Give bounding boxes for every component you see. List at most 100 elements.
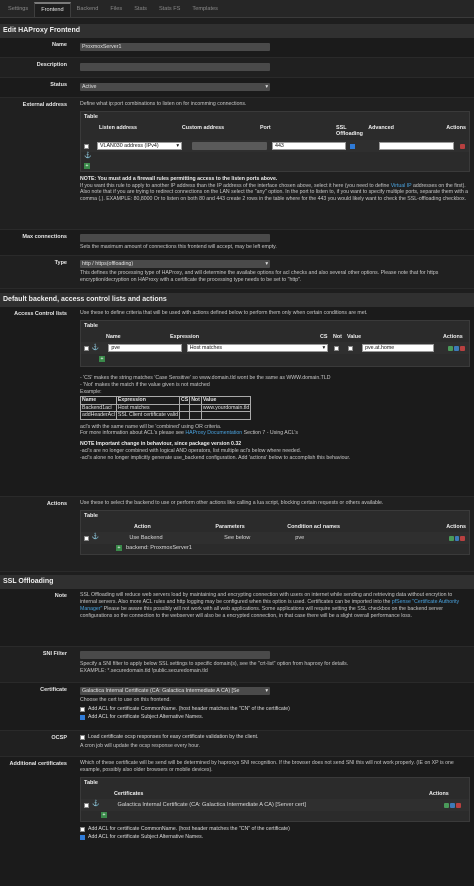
move-anchor-icon[interactable]: ⚓ <box>84 153 91 159</box>
custom-address-input[interactable] <box>192 142 267 151</box>
external-address-label: External address <box>22 102 67 108</box>
certificate-select[interactable]: Galactica Internal Certificate (CA: Gala… <box>80 687 270 695</box>
addcert-san-acl-checkbox[interactable] <box>80 835 85 841</box>
certificate-label: Certificate <box>40 687 67 693</box>
sni-filter-input[interactable] <box>80 651 270 659</box>
acl-help-not: - 'Not' makes the match if the value giv… <box>80 382 210 389</box>
cs-checkbox[interactable] <box>334 345 340 351</box>
add-row-icon[interactable]: + <box>116 545 122 552</box>
acl-help-and: -acl's are no longer combined with logic… <box>80 448 302 455</box>
example-cell: Host matches <box>115 403 180 413</box>
action-value: Use Backend <box>129 534 163 541</box>
acl-name-input[interactable]: pve <box>108 344 182 353</box>
example-cell <box>178 403 191 413</box>
edit-icon[interactable] <box>448 535 454 541</box>
ssl-offloading-checkbox[interactable] <box>350 143 355 149</box>
actions-label: Actions <box>46 501 67 507</box>
listen-value: VLAN030 address (IPv4) <box>100 142 159 149</box>
move-anchor-icon[interactable]: ⚓ <box>92 345 99 353</box>
backend-line: backend: ProxmoxServer1 <box>126 544 192 551</box>
move-anchor-icon[interactable]: ⚓ <box>92 534 99 542</box>
example-cell: SSL Client certificate valid <box>115 411 180 420</box>
edit-icon[interactable] <box>444 802 450 808</box>
add-row-icon[interactable]: + <box>84 162 90 169</box>
example-col-cs: CS <box>178 396 191 405</box>
additional-cert-value: Galactica Internal Certificate (CA: Gala… <box>117 801 306 808</box>
cert-san-acl-checkbox[interactable] <box>80 715 85 721</box>
col-certificates: Certificates <box>114 790 144 797</box>
copy-icon[interactable] <box>450 802 456 808</box>
example-col-value: Value <box>200 396 252 405</box>
table-title: Table <box>84 779 98 786</box>
example-col-name: Name <box>80 396 117 405</box>
col-port: Port <box>259 124 271 131</box>
actions-intro: Use these to select the backend to use o… <box>80 500 384 506</box>
add-row-icon[interactable]: + <box>99 356 105 363</box>
tab-stats[interactable]: Stats <box>128 2 153 17</box>
description-input[interactable] <box>80 63 270 71</box>
row-select-checkbox[interactable] <box>84 345 89 351</box>
cert-cn-acl-checkbox[interactable] <box>80 706 85 712</box>
note-label: Note <box>54 593 67 599</box>
condition-value: pve <box>295 534 305 541</box>
tab-stats-fs[interactable]: Stats FS <box>153 2 186 17</box>
addcert-san-acl-label: Add ACL for certificate Subject Alternat… <box>88 834 204 841</box>
tab-files[interactable]: Files <box>104 2 128 17</box>
max-connections-input[interactable] <box>80 234 270 242</box>
col-expression: Expression <box>170 333 200 340</box>
move-anchor-icon[interactable]: ⚓ <box>92 801 99 809</box>
virtual-ip-link[interactable]: Virtual IP <box>391 183 412 189</box>
section-ssl-offloading: SSL Offloading <box>0 575 474 589</box>
type-help: This defines the processing type of HAPr… <box>80 270 439 283</box>
status-label: Status <box>50 82 67 88</box>
tab-bar: Settings Frontend Backend Files Stats St… <box>0 0 474 18</box>
status-select[interactable]: Active ▾ <box>80 83 270 91</box>
copy-icon[interactable] <box>454 535 460 541</box>
copy-icon[interactable] <box>454 345 460 351</box>
expression-value: Host matches <box>189 345 223 352</box>
col-actions: Actions <box>446 124 467 131</box>
delete-icon[interactable] <box>460 535 465 541</box>
example-cell <box>189 403 202 413</box>
delete-icon[interactable] <box>456 802 462 808</box>
delete-icon[interactable] <box>460 345 465 351</box>
col-not: Not <box>333 333 342 340</box>
tab-templates[interactable]: Templates <box>186 2 224 17</box>
col-actions: Actions <box>429 790 449 797</box>
haproxy-docs-link[interactable]: HAProxy Documentation <box>185 430 242 436</box>
add-row-icon[interactable]: + <box>101 811 107 818</box>
name-input[interactable]: ProxmoxServer1 <box>80 43 270 51</box>
delete-icon[interactable] <box>460 143 465 149</box>
name-label: Name <box>52 42 67 48</box>
example-cell: www.yourdomain.tld <box>200 403 252 413</box>
col-value: Value <box>347 333 362 340</box>
edit-icon[interactable] <box>448 345 454 351</box>
example-col-expression: Expression <box>115 396 180 405</box>
acl-label: Access Control lists <box>14 311 67 317</box>
col-actions: Actions <box>446 523 466 530</box>
help-text: Section 7 - Using ACL's <box>242 430 298 437</box>
section-edit-frontend: Edit HAProxy Frontend <box>0 24 474 38</box>
acl-value-input[interactable]: pve.at.home <box>362 344 435 353</box>
table-title: Table <box>84 512 98 519</box>
chevron-down-icon: ▾ <box>176 142 179 149</box>
addcert-cn-acl-checkbox[interactable] <box>80 826 85 832</box>
sni-filter-label: SNI Filter <box>42 651 67 657</box>
ocsp-checkbox[interactable] <box>80 734 85 740</box>
port-input[interactable]: 443 <box>272 142 346 151</box>
tab-frontend[interactable]: Frontend <box>34 2 71 17</box>
example-cell: addHeaderAcl <box>80 411 117 420</box>
row-select-checkbox[interactable] <box>84 535 89 541</box>
row-select-checkbox[interactable] <box>84 802 89 808</box>
type-select[interactable]: http / https(offloading) ▾ <box>80 260 270 268</box>
advanced-input[interactable] <box>379 142 454 151</box>
example-cell <box>200 411 252 420</box>
row-select-checkbox[interactable] <box>84 143 89 149</box>
listen-address-select[interactable]: VLAN030 address (IPv4) ▾ <box>97 142 182 151</box>
table-title: Table <box>84 113 98 120</box>
tab-settings[interactable]: Settings <box>2 2 34 17</box>
col-custom: Custom address <box>181 124 225 131</box>
tab-backend[interactable]: Backend <box>71 2 105 17</box>
acl-expression-select[interactable]: Host matches ▾ <box>186 344 329 353</box>
not-checkbox[interactable] <box>348 345 354 351</box>
